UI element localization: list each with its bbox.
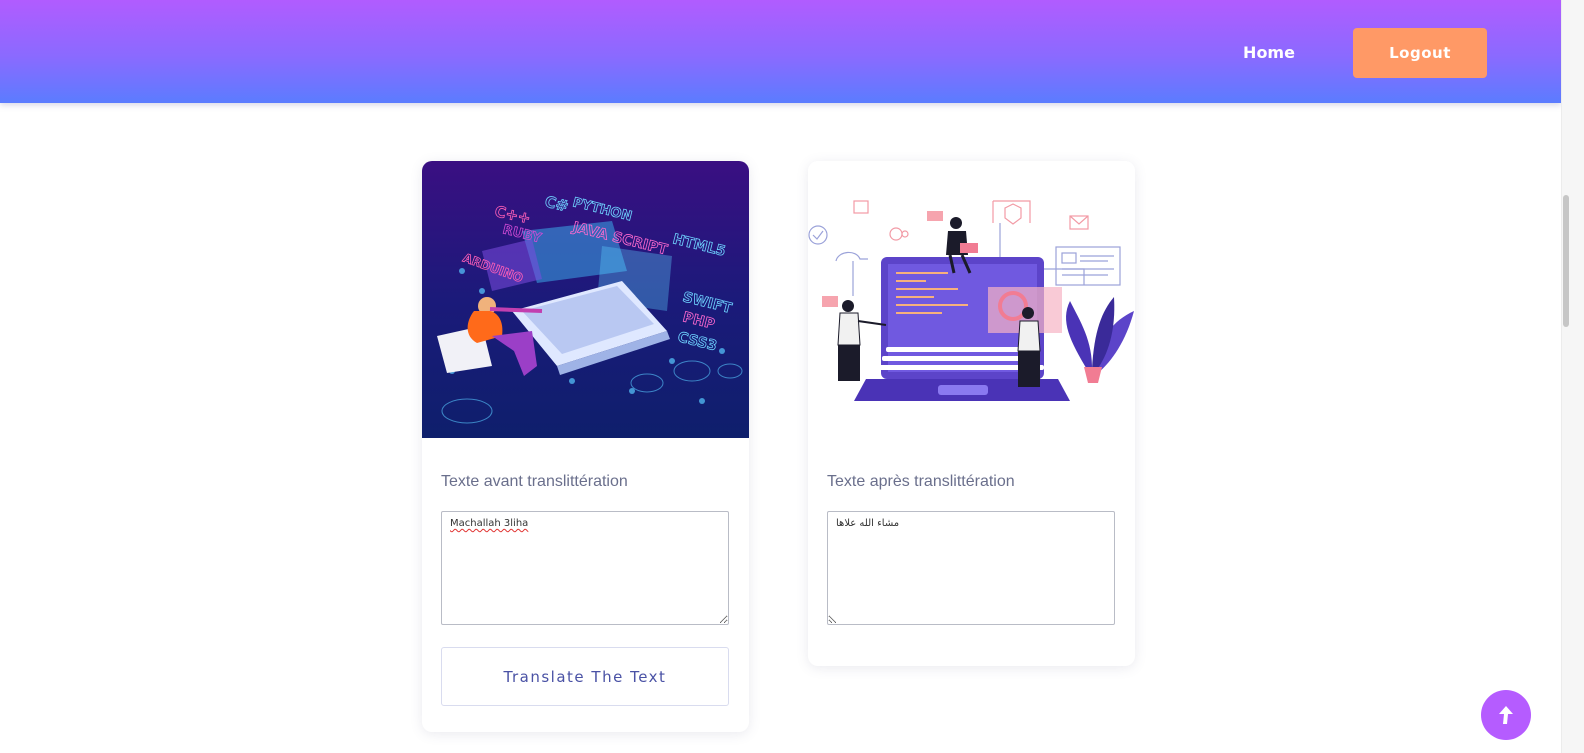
nav-home-link[interactable]: Home — [1238, 40, 1300, 64]
input-card: C++ RUBY ARDUINO SWIFT PHP CSS3 C# PYTHO… — [422, 161, 749, 732]
team-laptop-illustration — [808, 161, 1135, 438]
transliterated-text-output[interactable]: مشاء الله علاها — [827, 511, 1115, 625]
output-card: Texte après translittération مشاء الله ع… — [808, 161, 1135, 666]
scrollbar-thumb[interactable] — [1563, 195, 1569, 327]
back-to-top-button[interactable] — [1481, 690, 1531, 740]
programming-languages-illustration: C++ RUBY ARDUINO SWIFT PHP CSS3 C# PYTHO… — [422, 161, 749, 438]
source-text-input[interactable]: Machallah 3liha — [441, 511, 729, 625]
top-navbar: Home Logout — [0, 0, 1561, 103]
page-scrollbar[interactable] — [1561, 0, 1584, 753]
logout-button[interactable]: Logout — [1353, 28, 1487, 78]
before-transliteration-label: Texte avant translittération — [441, 473, 628, 490]
after-transliteration-label: Texte après translittération — [827, 473, 1015, 490]
translate-button[interactable]: Translate The Text — [441, 647, 729, 706]
arrow-up-icon — [1499, 706, 1513, 724]
